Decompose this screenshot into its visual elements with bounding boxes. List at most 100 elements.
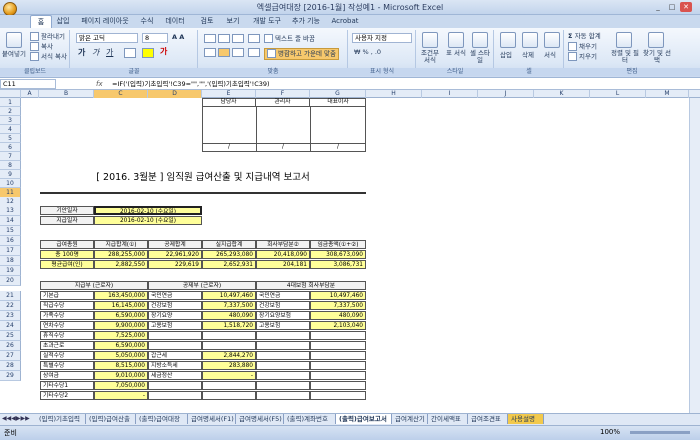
sheet-tab[interactable]: 급여조견표 xyxy=(468,414,508,424)
format-cells-icon[interactable] xyxy=(544,32,560,48)
name-box[interactable]: C11 xyxy=(0,79,56,89)
deduction-item-value[interactable]: - xyxy=(202,371,256,380)
sheet-tab[interactable]: 급여명세서(F1) xyxy=(188,414,236,424)
copy-button[interactable]: 복사 xyxy=(30,42,53,52)
summary-cell[interactable]: 총 100명 xyxy=(40,250,94,259)
row-header[interactable]: 5 xyxy=(0,134,21,143)
summary-cell[interactable]: 2,652,931 xyxy=(202,260,256,269)
office-button[interactable] xyxy=(3,2,17,16)
tab-insert[interactable]: 삽입 xyxy=(52,15,74,28)
align-right-icon[interactable] xyxy=(232,48,244,57)
fx-icon[interactable]: fx xyxy=(96,79,103,89)
formula-input[interactable]: =IF('(입력)기초입력'!C39="","",'(입력)기초입력'!C39) xyxy=(112,79,270,89)
row-header[interactable]: 28 xyxy=(0,361,21,371)
date-value-selected[interactable]: 2016-02-10 (수요일) xyxy=(94,206,202,215)
align-middle-icon[interactable] xyxy=(218,34,230,43)
insert-cells-icon[interactable] xyxy=(500,32,516,48)
row-header[interactable]: 27 xyxy=(0,351,21,361)
row-header[interactable]: 2 xyxy=(0,107,21,116)
pay-item-value[interactable]: 8,515,000 xyxy=(94,361,148,370)
row-header[interactable]: 24 xyxy=(0,321,21,331)
row-header[interactable]: 1 xyxy=(0,98,21,107)
summary-cell[interactable]: 308,673,090 xyxy=(310,250,366,259)
col-header[interactable]: M xyxy=(646,90,689,98)
underline-icon[interactable]: 가 xyxy=(106,48,113,57)
row-header[interactable]: 20 xyxy=(0,276,21,286)
tab-addins[interactable]: 추가 기능 xyxy=(288,15,324,28)
tab-developer[interactable]: 개발 도구 xyxy=(250,15,284,28)
summary-cell[interactable]: 평균급여(인) xyxy=(40,260,94,269)
row-header[interactable]: 17 xyxy=(0,246,21,256)
bold-icon[interactable]: 가 xyxy=(78,48,85,57)
deduction-item-value[interactable]: 10,497,460 xyxy=(202,291,256,300)
minimize-icon[interactable]: _ xyxy=(652,2,664,12)
pay-item-value[interactable]: 16,145,000 xyxy=(94,301,148,310)
maximize-icon[interactable]: □ xyxy=(666,2,678,12)
table-format-icon[interactable] xyxy=(448,32,464,48)
pay-item-value[interactable]: 5,050,000 xyxy=(94,351,148,360)
company-item-value[interactable] xyxy=(310,331,366,340)
row-header[interactable]: 29 xyxy=(0,371,21,381)
format-cells-button[interactable]: 서식 xyxy=(544,51,556,60)
company-item-value[interactable] xyxy=(310,371,366,380)
date-value[interactable]: 2016-02-10 (수요일) xyxy=(94,216,202,225)
autosum-button[interactable]: Σ 자동 합계 xyxy=(568,32,601,41)
sheet-tab[interactable]: 간이세액표 xyxy=(428,414,468,424)
sheet-tab[interactable]: (출력)계좌번호 xyxy=(284,414,336,424)
select-all-corner[interactable] xyxy=(0,90,21,98)
cell-style-icon[interactable] xyxy=(472,32,488,48)
sheet-tab[interactable]: 사용설명 xyxy=(508,414,544,424)
col-header[interactable]: E xyxy=(202,90,256,98)
pay-item-value[interactable]: 9,900,000 xyxy=(94,321,148,330)
tab-review[interactable]: 검토 xyxy=(196,15,218,28)
find-select-button[interactable]: 찾기 및 선택 xyxy=(642,50,672,64)
company-item-value[interactable] xyxy=(310,391,366,400)
italic-icon[interactable]: 가 xyxy=(92,48,99,57)
row-header[interactable]: 25 xyxy=(0,331,21,341)
sheet-tab[interactable]: 급여명세서(F5) xyxy=(236,414,284,424)
company-item-value[interactable]: 7,337,500 xyxy=(310,301,366,310)
deduction-item-value[interactable]: 7,337,500 xyxy=(202,301,256,310)
pay-item-value[interactable]: 6,590,000 xyxy=(94,311,148,320)
tab-data[interactable]: 데이터 xyxy=(160,15,190,28)
tab-page-layout[interactable]: 페이지 레이아웃 xyxy=(76,15,134,28)
company-item-value[interactable] xyxy=(310,341,366,350)
row-header[interactable]: 16 xyxy=(0,236,21,246)
row-header[interactable]: 3 xyxy=(0,116,21,125)
col-header[interactable]: H xyxy=(366,90,422,98)
row-header[interactable]: 23 xyxy=(0,311,21,321)
tab-formulas[interactable]: 수식 xyxy=(136,15,158,28)
cut-button[interactable]: 잘라내기 xyxy=(30,32,65,42)
sort-filter-button[interactable]: 정렬 및 필터 xyxy=(610,50,640,64)
sheet-tab[interactable]: (출력)급여대장 xyxy=(136,414,188,424)
summary-cell[interactable]: 288,255,000 xyxy=(94,250,148,259)
font-color-icon[interactable]: 가 xyxy=(160,47,167,56)
align-bottom-icon[interactable] xyxy=(232,34,244,43)
row-header[interactable]: 7 xyxy=(0,152,21,161)
summary-cell[interactable]: 265,293,080 xyxy=(202,250,256,259)
number-buttons[interactable]: ₩ % , .0 xyxy=(354,48,381,57)
deduction-item-value[interactable]: 2,844,270 xyxy=(202,351,256,360)
pay-item-value[interactable]: 7,525,000 xyxy=(94,331,148,340)
sheet-tab[interactable]: (입력)급여산출 xyxy=(86,414,136,424)
col-header[interactable]: B xyxy=(39,90,94,98)
company-item-value[interactable]: 2,103,040 xyxy=(310,321,366,330)
merge-center-button[interactable]: 병합하고 가운데 맞춤 xyxy=(264,48,339,60)
company-item-value[interactable] xyxy=(310,351,366,360)
format-painter-button[interactable]: 서식 복사 xyxy=(30,52,67,62)
indent-icon[interactable] xyxy=(248,48,260,57)
fill-button[interactable]: 채우기 xyxy=(568,42,597,52)
col-header[interactable]: D xyxy=(148,90,202,98)
row-header[interactable]: 6 xyxy=(0,143,21,152)
tab-view[interactable]: 보기 xyxy=(222,15,244,28)
col-header[interactable]: L xyxy=(590,90,646,98)
pay-item-value[interactable]: 9,010,000 xyxy=(94,371,148,380)
deduction-item-value[interactable] xyxy=(202,381,256,390)
col-header[interactable]: C xyxy=(94,90,148,98)
font-size-combo[interactable]: 8 xyxy=(142,33,168,43)
col-header[interactable]: J xyxy=(478,90,534,98)
conditional-format-button[interactable]: 조건부 서식 xyxy=(418,50,442,64)
close-icon[interactable]: ✕ xyxy=(680,2,692,12)
deduction-item-value[interactable]: 480,090 xyxy=(202,311,256,320)
paste-icon[interactable] xyxy=(6,32,22,48)
